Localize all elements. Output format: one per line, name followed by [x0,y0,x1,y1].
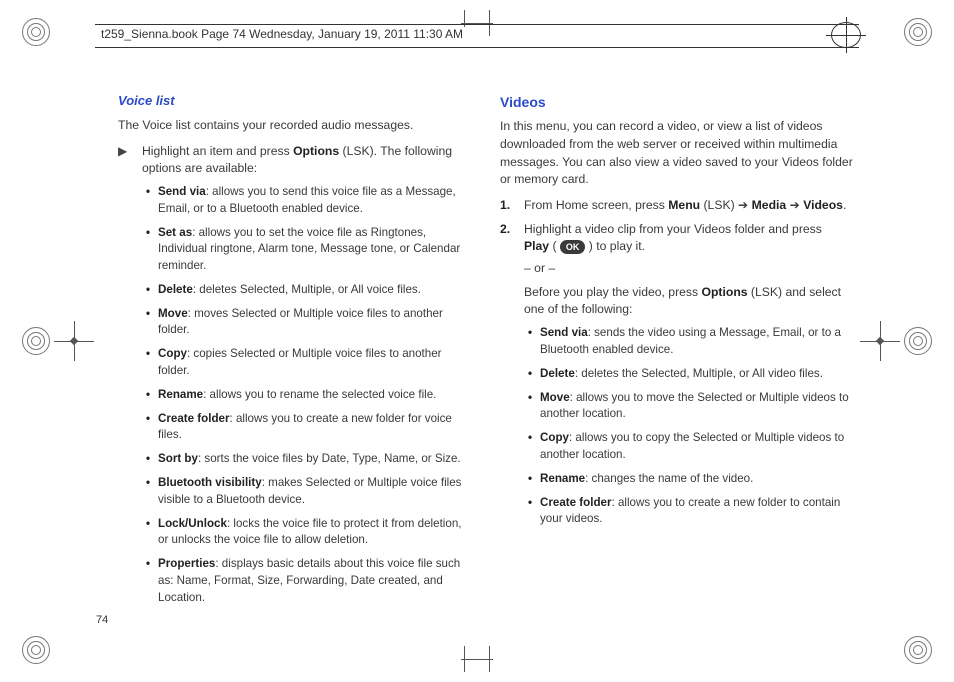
reg-mark-icon [904,18,932,46]
bullet-desc: : allows you to move the Selected or Mul… [540,391,849,421]
text: (LSK) [700,198,738,212]
text: ) to play it. [585,239,645,253]
triangle-bullet-icon: ▶ [118,143,132,178]
page: t259_Sienna.book Page 74 Wednesday, Janu… [0,0,954,682]
bullet-term: Copy [540,431,569,444]
videos-step-1: 1. From Home screen, press Menu (LSK) ➔ … [500,197,854,215]
bullet-desc: : moves Selected or Multiple voice files… [158,307,443,337]
list-item: Bluetooth visibility: makes Selected or … [146,475,472,509]
bullet-term: Bluetooth visibility [158,476,262,489]
bullet-term: Create folder [540,496,612,509]
videos-heading: Videos [500,92,854,112]
bullet-term: Copy [158,347,187,360]
bullet-term: Delete [158,283,193,296]
arrow-icon: ➔ [790,198,800,212]
step-number: 1. [500,197,514,215]
list-item: Send via: sends the video using a Messag… [528,325,854,359]
list-item: Set as: allows you to set the voice file… [146,225,472,275]
media-label: Media [752,198,787,212]
text: . [843,198,846,212]
bullet-desc: : allows you to set the voice file as Ri… [158,226,460,273]
bullet-term: Move [158,307,188,320]
text: Before you play the video, press [524,285,702,299]
videos-bullets: Send via: sends the video using a Messag… [500,325,854,528]
list-item: Copy: copies Selected or Multiple voice … [146,346,472,380]
text: Highlight a video clip from your Videos … [524,222,822,236]
bullet-term: Delete [540,367,575,380]
bullet-term: Rename [540,472,585,485]
voice-step: ▶ Highlight an item and press Options (L… [118,143,472,178]
bullet-desc: : deletes Selected, Multiple, or All voi… [193,283,421,296]
bullet-term: Sort by [158,452,198,465]
bullet-desc: : deletes the Selected, Multiple, or All… [575,367,823,380]
videos-label: Videos [803,198,843,212]
content-body: Voice list The Voice list contains your … [118,92,854,612]
bullet-desc: : sorts the voice files by Date, Type, N… [198,452,461,465]
list-item: Copy: allows you to copy the Selected or… [528,430,854,464]
reg-mark-icon [22,18,50,46]
menu-label: Menu [668,198,700,212]
cross-mark-icon [54,321,94,361]
bullet-desc: : changes the name of the video. [585,472,753,485]
reg-mark-icon [22,636,50,664]
bullet-term: Move [540,391,570,404]
step-text: Highlight a video clip from your Videos … [524,221,854,319]
list-item: Send via: allows you to send this voice … [146,184,472,218]
list-item: Properties: displays basic details about… [146,556,472,606]
list-item: Rename: allows you to rename the selecte… [146,387,472,404]
header-text: t259_Sienna.book Page 74 Wednesday, Janu… [101,27,469,41]
bullet-term: Send via [158,185,206,198]
videos-intro: In this menu, you can record a video, or… [500,118,854,189]
list-item: Lock/Unlock: locks the voice file to pro… [146,516,472,550]
bullet-term: Create folder [158,412,230,425]
list-item: Create folder: allows you to create a ne… [528,495,854,529]
arrow-icon: ➔ [738,198,748,212]
voice-bullets: Send via: allows you to send this voice … [118,184,472,607]
list-item: Move: moves Selected or Multiple voice f… [146,306,472,340]
page-number: 74 [96,614,108,626]
list-item: Delete: deletes the Selected, Multiple, … [528,366,854,383]
cross-mark-icon [860,321,900,361]
text: ( [549,239,560,253]
list-item: Create folder: allows you to create a ne… [146,411,472,445]
bullet-desc: : allows you to rename the selected voic… [203,388,436,401]
bullet-term: Send via [540,326,588,339]
ok-button-icon: OK [560,240,586,254]
play-label: Play [524,239,549,253]
header-crop-icon [831,22,861,48]
page-header: t259_Sienna.book Page 74 Wednesday, Janu… [95,24,859,50]
text: From Home screen, press [524,198,668,212]
list-item: Rename: changes the name of the video. [528,471,854,488]
voice-step-text: Highlight an item and press Options (LSK… [142,143,472,178]
list-item: Sort by: sorts the voice files by Date, … [146,451,472,468]
reg-mark-icon [904,327,932,355]
bullet-term: Rename [158,388,203,401]
text: Highlight an item and press [142,144,293,158]
bullet-term: Set as [158,226,192,239]
options-label: Options [702,285,748,299]
reg-mark-icon [22,327,50,355]
videos-step-2: 2. Highlight a video clip from your Vide… [500,221,854,319]
right-column: Videos In this menu, you can record a vi… [500,92,854,612]
bullet-desc: : copies Selected or Multiple voice file… [158,347,442,377]
crop-mark-icon [464,646,490,672]
bullet-term: Lock/Unlock [158,517,227,530]
left-column: Voice list The Voice list contains your … [118,92,472,612]
options-label: Options [293,144,339,158]
reg-mark-icon [904,636,932,664]
voice-intro: The Voice list contains your recorded au… [118,117,472,135]
step-text: From Home screen, press Menu (LSK) ➔ Med… [524,197,854,215]
bullet-term: Properties [158,557,215,570]
list-item: Move: allows you to move the Selected or… [528,390,854,424]
bullet-desc: : allows you to copy the Selected or Mul… [540,431,844,461]
voice-list-heading: Voice list [118,92,472,111]
or-separator: – or – [524,260,854,278]
step-number: 2. [500,221,514,319]
list-item: Delete: deletes Selected, Multiple, or A… [146,282,472,299]
